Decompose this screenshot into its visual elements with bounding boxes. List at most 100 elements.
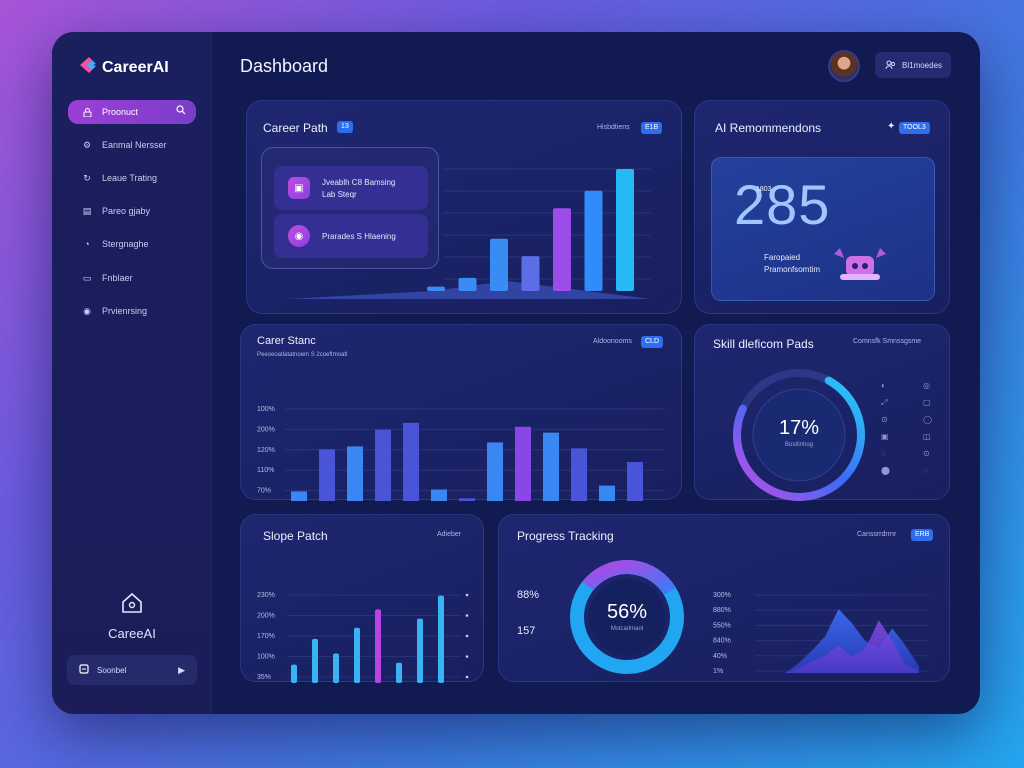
card-right-badge[interactable]: TOOL3 bbox=[899, 122, 930, 134]
gauge-sublabel: Bostlinhog bbox=[784, 442, 814, 448]
sidebar-item-fnblaer[interactable]: ▭ Fnblaer bbox=[68, 266, 196, 290]
sidebar-item-label: Stergnaghe bbox=[102, 239, 149, 249]
label-line: Pramonfsomtim bbox=[764, 265, 821, 274]
lock-icon bbox=[82, 107, 92, 117]
chart-bar bbox=[427, 286, 445, 291]
briefcase-icon: ▣ bbox=[288, 177, 310, 199]
sidebar-item-league[interactable]: ↻ Leaue Trating bbox=[68, 166, 196, 190]
shield-icon: ◉ bbox=[83, 305, 91, 316]
chart-bar bbox=[354, 627, 360, 683]
logo[interactable]: CareerAI bbox=[78, 56, 169, 79]
career-stats-chart: 100%200%120%110%70%0%CorsAdellEarbZandEn… bbox=[257, 406, 665, 501]
box-icon bbox=[79, 664, 89, 676]
sidebar-item-pareo[interactable]: ▤ Pareo gjaby bbox=[68, 199, 196, 223]
sidebar-item-email[interactable]: ⚙ Eanmal Nersser bbox=[68, 133, 196, 157]
slope-patch-chart: 230%200%170%100%35%JwalCsDbeAndeRlCastRa… bbox=[257, 592, 469, 683]
gear-icon: ⚙ bbox=[82, 139, 92, 150]
chart-bar bbox=[291, 491, 307, 501]
recommendation-label: Faropaied Pramonfsomtim bbox=[764, 252, 820, 276]
donut-sublabel: Mstcarlmanl bbox=[610, 626, 644, 632]
chart-bar bbox=[375, 609, 381, 683]
home-icon bbox=[52, 592, 212, 619]
skill-icon[interactable]: ◎ bbox=[923, 381, 932, 398]
chart-bar bbox=[312, 638, 318, 683]
y-tick-label: 120% bbox=[257, 447, 275, 454]
y-tick-label: 200% bbox=[257, 426, 275, 433]
legend-label: Jveablh C8 Bamsing bbox=[322, 177, 396, 187]
sidebar-item-stergnaghe[interactable]: ◔ Stergnaghe bbox=[68, 232, 196, 256]
ai-recommendations-card: AI Remommendons ✦ TOOL3 285 1803 Faropai… bbox=[694, 100, 950, 314]
chart-bar bbox=[543, 432, 559, 501]
grid-dot bbox=[465, 593, 469, 597]
sidebar-footer-button[interactable]: Soonbel ▶ bbox=[67, 655, 197, 685]
chart-bar bbox=[417, 618, 423, 683]
slope-patch-card: Slope Patch Adieber 230%200%170%100%35%J… bbox=[240, 514, 484, 683]
progress-tracking-card: Progress Tracking Canssrrdrrnr ERB 88% 1… bbox=[498, 514, 950, 682]
chart-bar bbox=[490, 238, 508, 291]
chart-bar bbox=[396, 662, 402, 683]
y-tick-label: 35% bbox=[257, 674, 271, 681]
sidebar-item-label: Pareo gjaby bbox=[102, 206, 151, 216]
y-tick-label: 110% bbox=[257, 467, 274, 474]
grid-dot bbox=[465, 675, 469, 679]
skill-icon[interactable]: ▣ bbox=[881, 432, 890, 449]
chart-bar bbox=[599, 485, 615, 501]
skill-icon[interactable]: ◌ bbox=[881, 449, 890, 466]
skill-icon[interactable]: ▢ bbox=[923, 398, 932, 415]
donut-value: 56% bbox=[606, 601, 648, 623]
y-tick-label: 100% bbox=[257, 654, 275, 661]
skill-icon[interactable]: ⬤ bbox=[881, 466, 890, 483]
sidebar: CareerAI Proonuct ⚙ Eanmal Nersser ↻ Lea… bbox=[52, 32, 212, 714]
sparkle-icon: ✦ bbox=[887, 121, 896, 132]
career-path-legend: ▣ Jveablh C8 Bamsing Lab Steqr ◉ Prarade… bbox=[261, 147, 439, 269]
y-tick-label: 170% bbox=[257, 633, 275, 640]
page-title: Dashboard bbox=[240, 56, 329, 76]
career-stats-card: Carer Stanc Peeoeoatlatatnoem S 2coeftmo… bbox=[240, 324, 682, 501]
legend-item[interactable]: ▣ Jveablh C8 Bamsing Lab Steqr bbox=[274, 166, 428, 210]
skill-icon[interactable]: ◐ bbox=[881, 381, 890, 398]
y-tick-label: 70% bbox=[257, 488, 271, 495]
chart-bar bbox=[459, 498, 475, 501]
avatar[interactable] bbox=[828, 50, 860, 82]
skill-icons-right: ◎ ▢ ◯ ◫ ⊙ ◌ bbox=[923, 381, 932, 483]
header-button-label: Bl1moedes bbox=[902, 60, 943, 70]
y-tick-label: 1% bbox=[713, 668, 723, 675]
legend-item[interactable]: ◉ Prarades S Hlaening bbox=[274, 214, 428, 258]
sidebar-item-label: Leaue Trating bbox=[102, 173, 158, 183]
chart-bar bbox=[515, 426, 531, 501]
y-tick-label: 880% bbox=[713, 607, 731, 614]
sidebar-brand: CareeAI bbox=[52, 592, 212, 643]
sidebar-item-label: Proonuct bbox=[102, 107, 139, 117]
logo-icon bbox=[78, 56, 98, 79]
sidebar-footer-label: Soonbel bbox=[97, 665, 127, 675]
grid-dot bbox=[465, 634, 469, 638]
sidebar-item-label: Eanmal Nersser bbox=[102, 140, 167, 150]
chart-bar bbox=[333, 653, 339, 683]
app-window: CareerAI Proonuct ⚙ Eanmal Nersser ↻ Lea… bbox=[52, 32, 980, 714]
label-line: Faropaied bbox=[764, 253, 801, 262]
career-path-card: Career Path 13 Hisbdtiens E1B ▣ Jveablh … bbox=[246, 100, 682, 314]
gauge-value: 17% bbox=[778, 417, 820, 439]
legend-sublabel: Lab Steqr bbox=[322, 189, 357, 199]
skill-icon[interactable]: ⊙ bbox=[923, 449, 932, 466]
robot-icon bbox=[830, 244, 890, 289]
skill-icon[interactable]: ◫ bbox=[923, 432, 932, 449]
skill-icon[interactable]: ◌ bbox=[923, 466, 932, 483]
header-button[interactable]: Bl1moedes bbox=[875, 52, 951, 78]
skill-gauge bbox=[733, 369, 865, 501]
logo-text: CareerAI bbox=[102, 58, 169, 76]
sidebar-item-product[interactable]: Proonuct bbox=[68, 100, 196, 124]
legend-label: Prarades S Hlaening bbox=[322, 231, 396, 241]
refresh-icon: ↻ bbox=[83, 172, 91, 183]
y-tick-label: 40% bbox=[713, 653, 727, 660]
users-icon bbox=[885, 59, 896, 72]
chart-bar bbox=[627, 462, 643, 501]
search-icon[interactable] bbox=[176, 105, 186, 118]
sidebar-item-privacy[interactable]: ◉ Prvienrsing bbox=[68, 299, 196, 323]
y-tick-label: 550% bbox=[713, 622, 731, 629]
skill-icon[interactable]: ⤢ bbox=[881, 398, 890, 415]
skill-icon[interactable]: ◯ bbox=[923, 415, 932, 432]
sidebar-item-label: Prvienrsing bbox=[102, 306, 148, 316]
sidebar-item-label: Fnblaer bbox=[102, 273, 133, 283]
skill-icon[interactable]: ⊙ bbox=[881, 415, 890, 432]
